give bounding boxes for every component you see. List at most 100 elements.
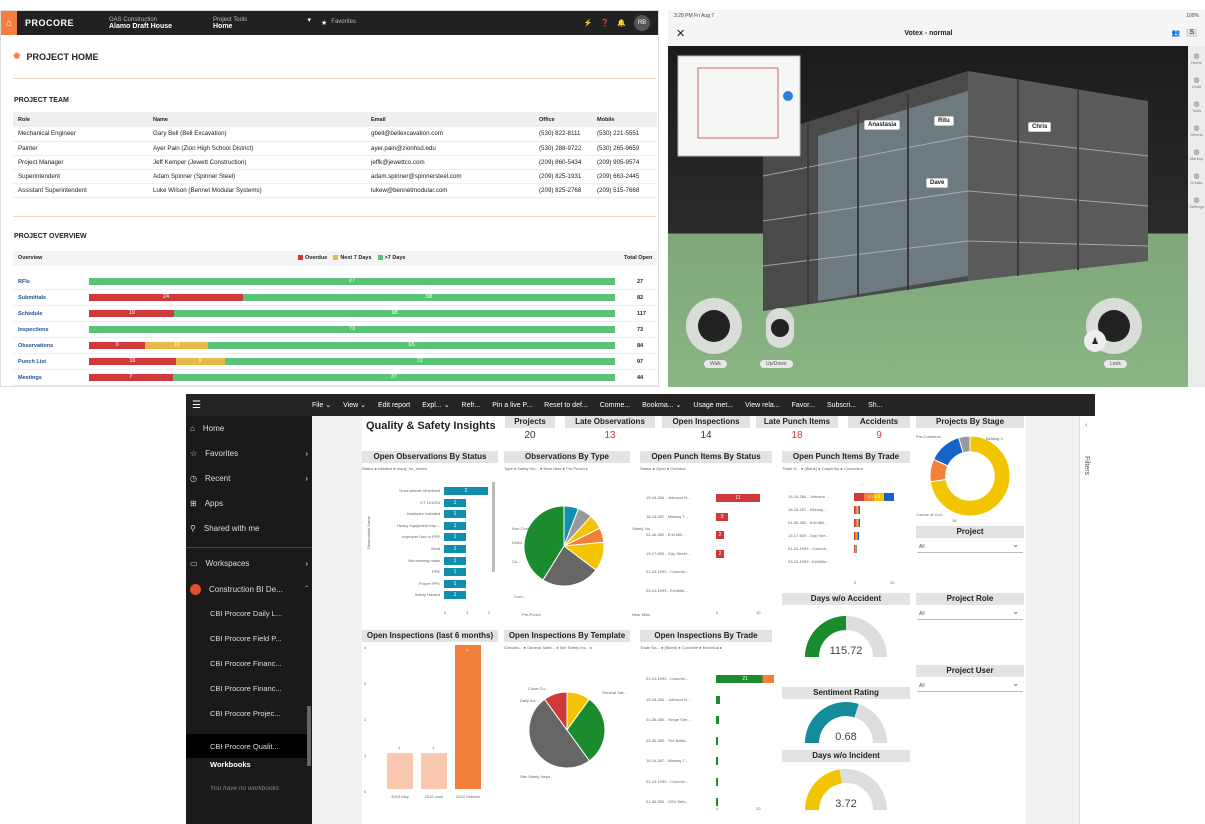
bar[interactable]: 2 <box>716 549 724 558</box>
user-tag-chris[interactable]: Chris <box>1028 122 1052 132</box>
slicer-dropdown-role[interactable]: All <box>917 607 1023 620</box>
overview-row-label[interactable]: Punch List <box>18 359 46 365</box>
bar-next7[interactable]: 9 <box>175 358 225 365</box>
column-bar[interactable] <box>387 753 413 789</box>
menu-item[interactable]: Reset to def... <box>544 402 588 409</box>
stacked-bar[interactable] <box>716 695 720 704</box>
collapse-icon[interactable]: ‹ <box>1085 422 1087 429</box>
nav-shared[interactable]: ⚲ Shared with me <box>190 524 259 533</box>
nav-home[interactable]: ⌂ Home <box>190 424 224 433</box>
menu-item[interactable]: Comme... <box>600 402 630 409</box>
nav-report-item[interactable]: CBI Procore Financ... <box>210 659 282 668</box>
stacked-bar[interactable] <box>854 532 859 540</box>
stacked-bar[interactable] <box>854 506 860 514</box>
bar-later[interactable]: 27 <box>89 278 615 285</box>
chart-scrollbar[interactable] <box>492 482 495 572</box>
nav-apps[interactable]: ⊞ Apps <box>190 499 223 508</box>
overview-row[interactable]: Submittals 24 58 82 <box>13 290 657 306</box>
close-icon[interactable]: ✕ <box>676 27 685 40</box>
nav-workspaces[interactable]: ▭ Workspaces › <box>190 559 308 568</box>
menu-item[interactable]: Expl... ⌄ <box>422 401 449 409</box>
bar[interactable]: 2 <box>716 531 724 539</box>
menu-item[interactable]: Bookma... ⌄ <box>642 401 681 409</box>
bar-later[interactable]: 58 <box>242 294 615 301</box>
3d-model-viewport[interactable]: Anastasia Ritu Chris Dave Walk Up/Down L… <box>668 46 1188 387</box>
menu-item[interactable]: View ⌄ <box>343 401 366 409</box>
menu-item[interactable]: File ⌄ <box>312 401 331 409</box>
sidebar-tool-create[interactable]: ◍ Create <box>1188 172 1205 185</box>
bar[interactable]: 1 <box>444 568 466 577</box>
walk-joystick[interactable] <box>686 298 742 354</box>
procore-logo[interactable]: PROCORE <box>17 18 109 28</box>
nav-report-item[interactable]: CBI Procore Qualit... <box>186 734 307 758</box>
stacked-bar[interactable] <box>716 798 718 806</box>
stacked-bar[interactable] <box>854 545 857 553</box>
bar[interactable]: 1 <box>444 498 466 507</box>
stacked-bar[interactable] <box>716 716 719 724</box>
nav-recent[interactable]: ◷ Recent › <box>190 474 308 483</box>
updown-control[interactable] <box>766 308 794 348</box>
bar-overdue[interactable]: 24 <box>89 294 243 301</box>
stacked-bar[interactable] <box>716 736 718 745</box>
nav-report-item[interactable]: CBI Procore Daily L... <box>210 609 282 618</box>
person-icon[interactable]: ♟ <box>1084 330 1106 352</box>
chart-legend[interactable]: Status ● Open ● Overdue <box>640 466 686 471</box>
users-icon[interactable]: 👥 <box>1172 29 1181 37</box>
sidebar-tool-markup[interactable]: ◍ Markup <box>1188 148 1205 161</box>
company-selector[interactable]: GAS Construction Alamo Draft House <box>109 17 213 30</box>
nav-report-item[interactable]: CBI Procore Field P... <box>210 634 282 643</box>
hamburger-icon[interactable]: ☰ <box>186 400 312 411</box>
overview-row-label[interactable]: RFIs <box>18 279 30 285</box>
overview-row-label[interactable]: Meetings <box>18 375 42 381</box>
bar[interactable]: 1 <box>444 533 466 542</box>
menu-item[interactable]: Favor... <box>792 402 815 409</box>
sidebar-tool-tools[interactable]: ◍ Tools <box>1188 100 1205 113</box>
sidebar-tool-sheets[interactable]: ◍ Sheets <box>1188 124 1205 137</box>
bar-later[interactable]: 72 <box>224 358 615 365</box>
slicer-dropdown-user[interactable]: All <box>917 679 1023 692</box>
overview-row[interactable]: Punch List 16 9 72 97 <box>13 354 657 370</box>
stacked-bar[interactable] <box>716 777 718 786</box>
bar[interactable]: 1 <box>444 521 466 530</box>
bar-later[interactable]: 37 <box>172 374 615 381</box>
nav-workbooks[interactable]: Workbooks <box>210 760 251 769</box>
menu-item[interactable]: Refr... <box>462 402 481 409</box>
bar[interactable]: 1 <box>444 545 466 553</box>
user-tag-dave[interactable]: Dave <box>926 178 949 188</box>
help-icon[interactable]: ❓ <box>601 19 610 27</box>
nav-scrollbar[interactable] <box>307 706 311 766</box>
plug-icon[interactable]: ⚡ <box>584 19 593 27</box>
menu-item[interactable]: Subscri... <box>827 402 856 409</box>
overview-row[interactable]: Observations 9 10 65 84 <box>13 338 657 354</box>
chart-legend[interactable]: Status ● Initiated ● ready_for_review <box>362 466 427 471</box>
stacked-bar[interactable] <box>716 757 718 765</box>
stacked-bar[interactable] <box>854 519 860 527</box>
bar[interactable]: 1 <box>444 510 466 519</box>
overview-row-label[interactable]: Submittals <box>18 295 46 301</box>
column-bar[interactable] <box>421 753 447 789</box>
overview-row[interactable]: RFIs 27 27 <box>13 274 657 290</box>
stacked-bar[interactable]: 21 <box>716 675 774 683</box>
bar-next7[interactable]: 10 <box>145 342 208 349</box>
chart-legend[interactable]: Type ● Safety Vio... ● Near Miss ● Pre P… <box>504 466 588 471</box>
bar[interactable]: 2 <box>444 487 488 495</box>
user-tag-ritu[interactable]: Ritu <box>934 116 954 126</box>
bar-later[interactable]: 73 <box>89 326 615 333</box>
slicer-dropdown-project[interactable]: All <box>917 540 1023 553</box>
user-avatar[interactable]: RB <box>634 15 650 31</box>
overview-row-label[interactable]: Inspections <box>18 327 49 333</box>
overview-row[interactable]: Meetings 7 37 44 <box>13 370 657 386</box>
sidebar-tool-undo[interactable]: ◍ Undo <box>1188 76 1205 89</box>
bar[interactable]: 1 <box>444 556 466 565</box>
sidebar-tool-home[interactable]: ◍ Home <box>1188 52 1205 65</box>
overview-row-label[interactable]: Observations <box>18 343 53 349</box>
menu-item[interactable]: Pin a live P... <box>492 402 532 409</box>
filters-pane[interactable]: ‹ Filters <box>1079 416 1095 824</box>
project-tools-selector[interactable]: Project Tools Home ▾ <box>213 17 317 30</box>
bar-overdue[interactable]: 9 <box>89 342 146 349</box>
bar[interactable]: 1 <box>444 591 466 600</box>
bar-overdue[interactable]: 19 <box>89 310 175 317</box>
chart-legend[interactable]: Trade Na... ● (Blank) ● Concrete ● Elect… <box>640 645 722 650</box>
stacked-bar[interactable]: 2 2 2 2 <box>854 493 894 501</box>
column-bar[interactable] <box>455 645 481 789</box>
